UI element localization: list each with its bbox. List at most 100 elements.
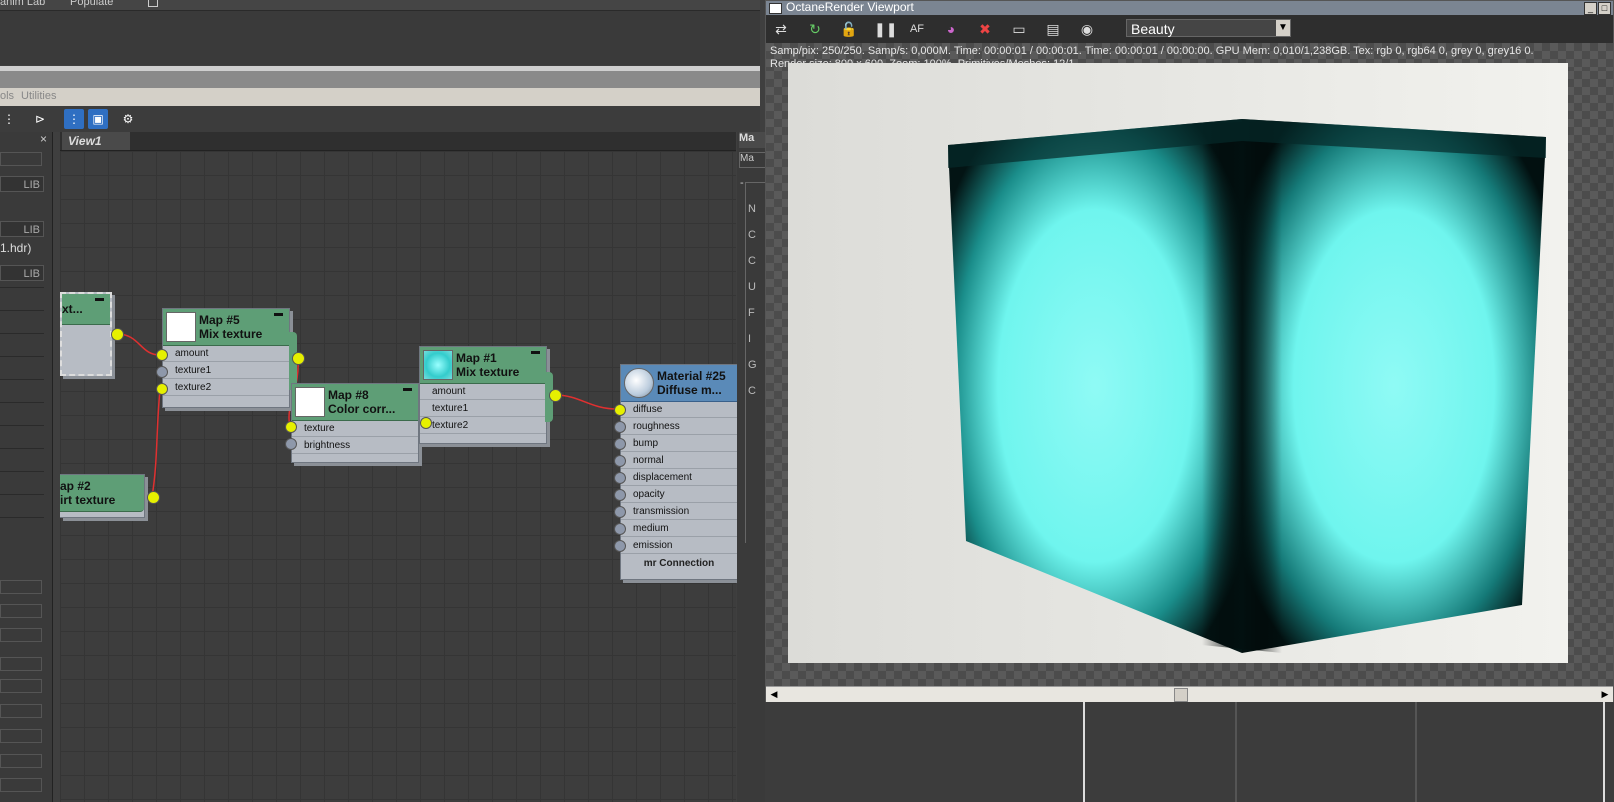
input-socket[interactable] xyxy=(614,540,626,552)
input-socket[interactable] xyxy=(156,383,168,395)
input-socket[interactable] xyxy=(614,438,626,450)
input-socket[interactable] xyxy=(614,523,626,535)
scroll-right-icon[interactable]: ▶ xyxy=(1599,688,1611,700)
divider xyxy=(1415,702,1417,802)
input-socket[interactable] xyxy=(285,438,297,450)
minimize-icon[interactable] xyxy=(403,388,412,391)
slot-transmission[interactable]: transmission xyxy=(621,504,737,520)
pause-icon[interactable]: ❚❚ xyxy=(874,20,897,38)
render-image xyxy=(788,63,1568,663)
window-icon xyxy=(769,3,782,14)
slot-texture1[interactable]: texture1 xyxy=(163,363,289,379)
input-socket[interactable] xyxy=(285,421,297,433)
output-socket[interactable] xyxy=(147,491,160,504)
slot-medium[interactable]: medium xyxy=(621,521,737,537)
minimize-window-icon[interactable]: _ xyxy=(1584,2,1597,15)
params-rollout: - N C C U F I G C xyxy=(740,177,766,543)
wire xyxy=(554,394,618,410)
viewport-toolbar: ⇄ ↻ 🔓 ❚❚ AF ◕ ✖ ▭ ▤ ◉ Beauty ▼ xyxy=(766,15,1613,43)
horizontal-scrollbar[interactable]: ◀ ▶ xyxy=(766,686,1613,702)
slot-amount[interactable]: amount xyxy=(420,384,546,400)
render-area[interactable] xyxy=(766,63,1613,686)
input-socket[interactable] xyxy=(156,349,168,361)
output-socket[interactable] xyxy=(292,352,305,365)
cube-edge-seam xyxy=(1202,121,1282,653)
node-name: xt... xyxy=(62,302,83,316)
input-socket[interactable] xyxy=(614,489,626,501)
thumbnail xyxy=(166,312,196,342)
divider xyxy=(1235,702,1237,802)
node-map1-mix-texture[interactable]: Map #1 Mix texture amount texture1 textur… xyxy=(419,346,547,444)
node-title: Map #1 Mix texture xyxy=(456,351,520,379)
render-pass-dropdown[interactable]: Beauty ▼ xyxy=(1126,19,1291,37)
panel-title: Ma xyxy=(739,132,765,148)
slot-normal[interactable]: normal xyxy=(621,453,737,469)
input-socket[interactable] xyxy=(614,421,626,433)
minimize-icon[interactable] xyxy=(274,313,283,316)
restart-render-icon[interactable]: ↻ xyxy=(806,20,824,38)
scroll-thumb[interactable] xyxy=(1174,688,1188,702)
rollout-toggle[interactable]: - xyxy=(740,177,744,189)
slot-texture2[interactable]: texture2 xyxy=(163,380,289,396)
node-map2-partial[interactable]: ap #2 irt texture xyxy=(60,474,145,518)
node-title: ap #2 irt texture xyxy=(60,479,116,507)
input-socket[interactable] xyxy=(614,404,626,416)
clear-icon[interactable]: ✖ xyxy=(976,20,994,38)
display-icon[interactable]: ▭ xyxy=(1010,20,1028,38)
material-name-field[interactable]: Ma xyxy=(739,152,767,168)
wire xyxy=(151,389,161,498)
send-scene-icon[interactable]: ⇄ xyxy=(772,20,790,38)
divider xyxy=(1603,702,1605,802)
slot-displacement[interactable]: displacement xyxy=(621,470,737,486)
divider xyxy=(1083,702,1085,802)
octane-viewport-window: OctaneRender Viewport _ □ ⇄ ↻ 🔓 ❚❚ AF ◕ … xyxy=(765,0,1614,702)
slot-texture[interactable]: texture xyxy=(292,421,418,437)
stats-line-1: Samp/pix: 250/250. Samp/s: 0,000M. Time:… xyxy=(770,45,1534,57)
chevron-down-icon[interactable]: ▼ xyxy=(1276,20,1290,36)
autofocus-icon[interactable]: AF xyxy=(908,20,926,38)
node-title: Map #5 Mix texture xyxy=(199,313,263,341)
param-letter: U xyxy=(748,281,756,293)
color-picker-icon[interactable]: ◕ xyxy=(942,20,960,38)
slot-amount[interactable]: amount xyxy=(163,346,289,362)
cube-left-face xyxy=(948,119,1242,653)
slot-texture2[interactable]: texture2 xyxy=(420,418,546,434)
slot-texture1[interactable]: texture1 xyxy=(420,401,546,417)
input-socket[interactable] xyxy=(156,366,168,378)
viewport-title: OctaneRender Viewport xyxy=(786,0,914,14)
lock-icon[interactable]: 🔓 xyxy=(840,20,858,38)
input-socket[interactable] xyxy=(420,417,432,429)
input-socket[interactable] xyxy=(614,472,626,484)
output-socket[interactable] xyxy=(111,328,124,341)
node-map8-color-correction[interactable]: Map #8 Color corr... texture brightness xyxy=(291,383,419,463)
node-material25-diffuse[interactable]: Material #25 Diffuse m... diffuse roughne… xyxy=(620,364,738,580)
thumbnail xyxy=(295,387,325,417)
cube-render xyxy=(948,119,1546,653)
param-letter: C xyxy=(748,255,756,267)
viewport-titlebar[interactable]: OctaneRender Viewport _ □ xyxy=(766,0,1613,15)
scroll-left-icon[interactable]: ◀ xyxy=(768,688,780,700)
maximize-window-icon[interactable]: □ xyxy=(1598,2,1611,15)
slot-roughness[interactable]: roughness xyxy=(621,419,737,435)
param-letter: N xyxy=(748,203,756,215)
camera-icon[interactable]: ◉ xyxy=(1078,20,1096,38)
input-socket[interactable] xyxy=(614,506,626,518)
param-letter: G xyxy=(748,359,757,371)
slot-bump[interactable]: bump xyxy=(621,436,737,452)
minimize-icon[interactable] xyxy=(95,298,104,301)
cube-right-face xyxy=(1242,119,1546,653)
param-letter: I xyxy=(748,333,752,345)
mr-connection-label: mr Connection xyxy=(643,558,715,569)
output-socket[interactable] xyxy=(549,389,562,402)
node-title: Map #8 Color corr... xyxy=(328,388,396,416)
slot-brightness[interactable]: brightness xyxy=(292,438,418,454)
input-socket[interactable] xyxy=(614,455,626,467)
param-letter: C xyxy=(748,385,756,397)
slot-emission[interactable]: emission xyxy=(621,538,737,554)
slot-diffuse[interactable]: diffuse xyxy=(621,402,737,418)
film-icon[interactable]: ▤ xyxy=(1044,20,1062,38)
minimize-icon[interactable] xyxy=(531,351,540,354)
slot-opacity[interactable]: opacity xyxy=(621,487,737,503)
node-partial-top[interactable]: xt... xyxy=(60,292,112,376)
node-map5-mix-texture[interactable]: Map #5 Mix texture amount texture1 textur… xyxy=(162,308,290,408)
